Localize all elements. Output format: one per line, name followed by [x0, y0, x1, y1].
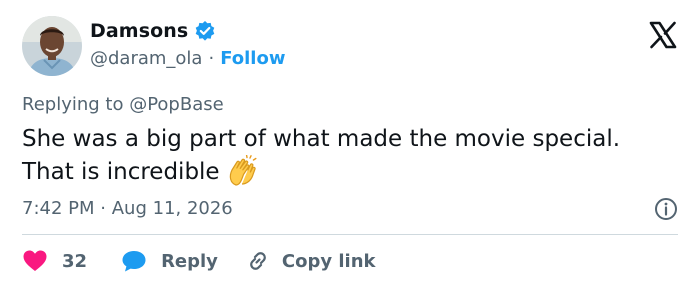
link-icon [250, 252, 266, 270]
reply-bubble-icon [122, 251, 146, 272]
tweet-time[interactable]: 7:42 PM [22, 198, 95, 219]
reply-label: Reply [161, 250, 218, 272]
verified-badge-icon [194, 20, 216, 42]
avatar[interactable] [22, 16, 82, 76]
author-handle-row: @daram_ola · Follow [90, 48, 285, 69]
handle-separator: · [208, 48, 215, 69]
action-bar: 32 Reply Copy link [22, 247, 376, 275]
like-count: 32 [62, 250, 88, 272]
follow-button[interactable]: Follow [220, 48, 285, 69]
tweet-body: She was a big part of what made the movi… [22, 126, 621, 185]
author-display-name[interactable]: Damsons [90, 20, 188, 42]
tweet-date[interactable]: Aug 11, 2026 [112, 198, 233, 219]
reply-button[interactable]: Reply [121, 249, 218, 273]
replying-to-text: Replying to @PopBase [22, 94, 224, 115]
tweet-meta: 7:42 PM · Aug 11, 2026 [22, 198, 233, 219]
x-logo-icon[interactable] [648, 20, 678, 50]
tweet-text: She was a big part of what made the movi… [22, 124, 662, 188]
meta-separator: · [100, 198, 106, 219]
clap-emoji-icon [226, 154, 258, 187]
info-icon[interactable] [654, 197, 678, 221]
author-handle[interactable]: @daram_ola [90, 48, 202, 69]
like-button[interactable]: 32 [22, 249, 87, 273]
heart-icon [23, 250, 47, 271]
copy-link-label: Copy link [281, 250, 376, 272]
tweet-card: Damsons @daram_ola · Follow Replying to … [0, 0, 700, 287]
copy-link-button[interactable]: Copy link [246, 249, 376, 273]
divider [22, 234, 678, 235]
author-name-row: Damsons [90, 20, 216, 42]
